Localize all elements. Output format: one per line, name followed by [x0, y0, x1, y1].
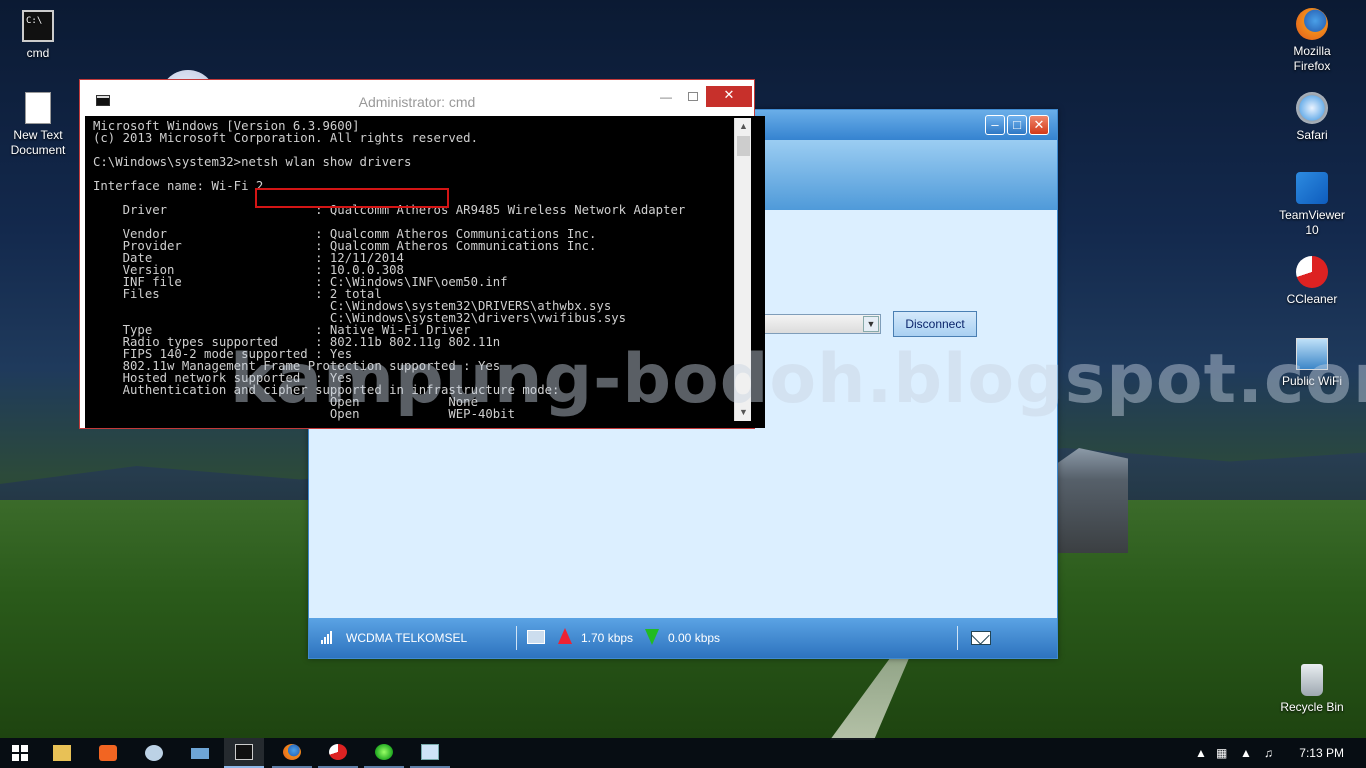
taskbar-modem[interactable]	[364, 738, 404, 768]
recycle-bin-icon	[1301, 664, 1323, 696]
firefox-icon	[283, 744, 301, 760]
download-speed: 0.00 kbps	[668, 631, 721, 645]
cmd-window: Administrator: cmd — ✕ Microsoft Windows…	[79, 79, 765, 429]
modem-close-button[interactable]: ✕	[1029, 115, 1049, 135]
desktop-icon-label: Public WiFi	[1281, 374, 1342, 388]
taskbar-ccleaner[interactable]	[318, 738, 358, 768]
cmd-icon	[22, 10, 54, 42]
scroll-down-arrow-icon[interactable]: ▼	[735, 404, 752, 421]
notepad-icon	[421, 744, 439, 760]
desktop-icon-label: Safari	[1296, 128, 1328, 142]
connection-profile-select[interactable]: ▼	[749, 314, 881, 334]
console-scrollbar[interactable]: ▲ ▼	[734, 118, 751, 421]
desktop-icon-public-wifi[interactable]: Public WiFi	[1274, 338, 1350, 389]
status-divider	[516, 626, 517, 650]
cabin	[1058, 448, 1128, 553]
taskbar-keyboard[interactable]	[180, 738, 220, 768]
cmd-maximize-button[interactable]	[688, 92, 698, 101]
desktop-icon-label: Mozilla Firefox	[1293, 44, 1331, 73]
folder-icon	[53, 745, 71, 761]
command-highlight-box	[255, 188, 449, 208]
network-name: WCDMA TELKOMSEL	[346, 631, 468, 645]
desktop-icon-ccleaner[interactable]: CCleaner	[1274, 256, 1350, 307]
modem-icon	[375, 744, 393, 760]
cmd-window-title: Administrator: cmd	[358, 94, 476, 110]
teamviewer-icon	[1296, 172, 1328, 204]
status-divider	[957, 626, 958, 650]
taskbar-notepad[interactable]	[410, 738, 450, 768]
tray-volume-icon[interactable]: ♫	[1264, 738, 1273, 768]
signal-strength-icon	[321, 630, 333, 644]
taskbar-cmd[interactable]	[224, 738, 264, 768]
taskbar: ▲ ▦ ▲ ♫ 7:13 PM	[0, 738, 1366, 768]
taskbar-app-tool[interactable]	[134, 738, 174, 768]
taskbar-firefox[interactable]	[272, 738, 312, 768]
app-icon	[99, 745, 117, 761]
desktop-icon-recycle-bin[interactable]: Recycle Bin	[1274, 664, 1350, 715]
desktop-icon-label: Recycle Bin	[1280, 700, 1344, 714]
console-line: Open WEP-40bit	[93, 407, 515, 421]
tray-network-icon[interactable]: ▦	[1216, 738, 1227, 768]
desktop-icon-label: cmd	[26, 46, 50, 60]
keyboard-icon	[191, 747, 209, 759]
desktop-icon-firefox[interactable]: Mozilla Firefox	[1274, 8, 1350, 74]
desktop-icon-safari[interactable]: Safari	[1274, 92, 1350, 143]
ccleaner-icon	[1296, 256, 1328, 288]
chevron-down-icon[interactable]: ▼	[863, 316, 879, 332]
mail-icon[interactable]	[971, 631, 991, 645]
desktop-icon-teamviewer[interactable]: TeamViewer 10	[1274, 172, 1350, 238]
scrollbar-thumb[interactable]	[737, 136, 750, 156]
modem-status-bar: WCDMA TELKOMSEL 1.70 kbps 0.00 kbps	[309, 618, 1057, 658]
taskbar-file-explorer[interactable]	[42, 738, 82, 768]
scroll-up-arrow-icon[interactable]: ▲	[735, 118, 752, 135]
desktop-icon-new-text-document[interactable]: New Text Document	[0, 92, 76, 158]
upload-speed: 1.70 kbps	[581, 631, 634, 645]
desktop-icon-label: New Text Document	[10, 128, 66, 157]
tool-icon	[145, 745, 163, 761]
taskbar-app-orange[interactable]	[88, 738, 128, 768]
firefox-icon	[1296, 8, 1328, 40]
desktop-icon-cmd[interactable]: cmd	[0, 10, 76, 61]
modem-window-controls: – □ ✕	[985, 115, 1049, 135]
console-output[interactable]: Microsoft Windows [Version 6.3.9600] (c) …	[85, 116, 765, 428]
desktop-icon-label: TeamViewer 10	[1279, 208, 1345, 237]
safari-icon	[1296, 92, 1328, 124]
console-line: C:\Windows\system32>netsh wlan show driv…	[93, 155, 412, 169]
console-icon	[235, 744, 253, 760]
start-button[interactable]	[0, 738, 40, 768]
tray-overflow-icon[interactable]: ▲	[1195, 738, 1207, 768]
cmd-close-button[interactable]: ✕	[706, 86, 752, 107]
upload-arrow-icon	[558, 628, 572, 644]
disconnect-button[interactable]: Disconnect	[893, 311, 977, 337]
download-arrow-icon	[645, 629, 659, 645]
ccleaner-icon	[329, 744, 347, 760]
modem-minimize-button[interactable]: –	[985, 115, 1005, 135]
taskbar-clock[interactable]: 7:13 PM	[1299, 738, 1344, 768]
text-document-icon	[25, 92, 51, 124]
tray-signal-icon[interactable]: ▲	[1240, 738, 1252, 768]
modem-maximize-button[interactable]: □	[1007, 115, 1027, 135]
console-line: (c) 2013 Microsoft Corporation. All righ…	[93, 131, 478, 145]
cmd-minimize-button[interactable]: —	[660, 90, 672, 104]
network-connection-icon	[527, 630, 545, 644]
desktop-icon-label: CCleaner	[1286, 292, 1338, 306]
wifi-icon	[1296, 338, 1328, 370]
console-text: Microsoft Windows [Version 6.3.9600] (c) …	[85, 116, 765, 420]
windows-logo-icon	[12, 745, 28, 761]
cmd-titlebar[interactable]: Administrator: cmd — ✕	[80, 80, 754, 110]
